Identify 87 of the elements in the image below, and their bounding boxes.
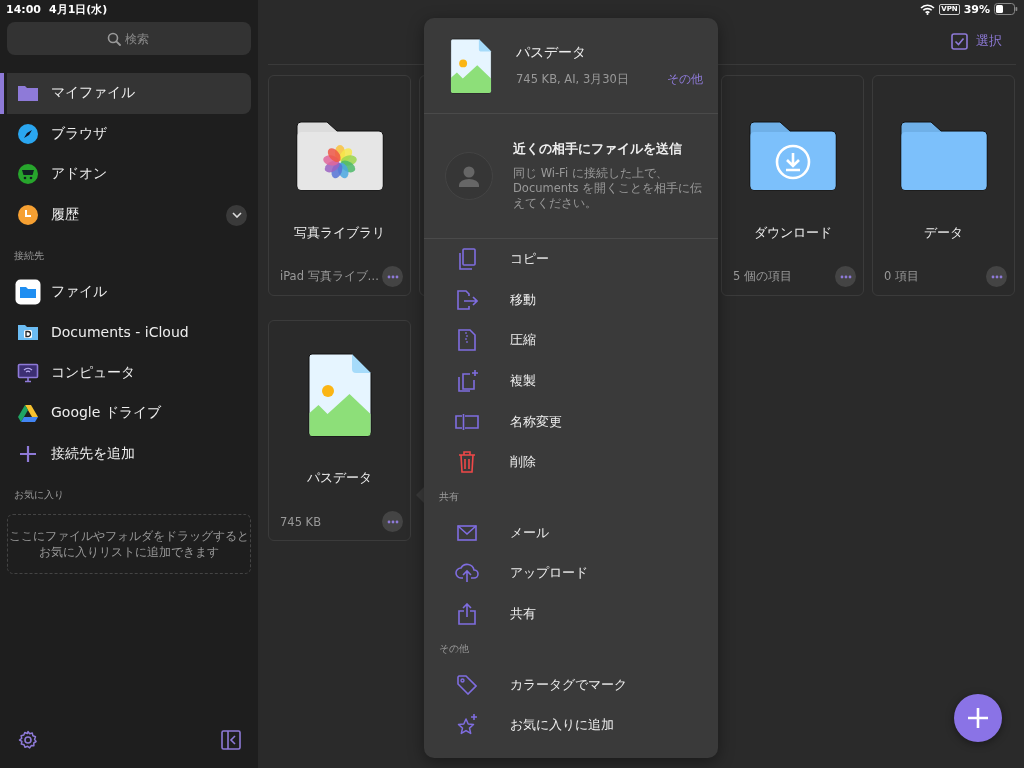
sidebar-item[interactable]: アドオン	[0, 154, 251, 195]
monitor-icon	[17, 361, 39, 384]
sidebar-item[interactable]: 接続先を追加	[0, 433, 251, 475]
clock-icon	[17, 204, 39, 227]
more-button[interactable]	[382, 266, 403, 287]
folder-app-icon	[15, 278, 41, 305]
cart-icon	[17, 163, 39, 186]
battery-percent: 39%	[963, 2, 990, 16]
card-subtitle: 5 個の項目	[733, 269, 792, 284]
photos-folder-icon	[295, 120, 384, 192]
file-meta: 745 KB, AI, 3月30日	[516, 72, 629, 87]
settings-icon[interactable]	[18, 730, 38, 750]
card-subtitle: iPad 写真ライブ…	[280, 269, 380, 284]
ellipsis-icon	[386, 274, 399, 279]
more-button[interactable]	[382, 511, 403, 532]
file-name: パスデータ	[516, 44, 587, 62]
expand-button[interactable]	[226, 204, 247, 226]
nearby-title: 近くの相手にファイルを送信	[513, 141, 683, 158]
more-button[interactable]	[835, 266, 856, 287]
file-card[interactable]: ダウンロード 5 個の項目	[721, 75, 864, 296]
status-date: 4月1日(水)	[49, 1, 108, 17]
menu-item[interactable]: 名称変更	[424, 401, 718, 442]
sidebar-item[interactable]: 履歴	[0, 194, 251, 236]
select-button[interactable]: 選択	[951, 32, 1016, 50]
card-title: 写真ライブラリ	[294, 224, 385, 242]
compass-icon	[17, 122, 39, 145]
share-icon	[458, 603, 476, 626]
trash-icon	[458, 451, 476, 474]
group-title: その他	[438, 641, 470, 656]
ellipsis-icon	[839, 274, 852, 279]
chevron-down-icon	[231, 212, 242, 219]
duplicate-icon	[456, 370, 478, 393]
ellipsis-icon	[386, 519, 399, 524]
drive-icon	[17, 402, 39, 425]
menu-item[interactable]: メール	[424, 512, 718, 554]
card-subtitle: 745 KB	[280, 514, 322, 529]
card-subtitle: 0 項目	[884, 269, 919, 284]
sidebar-item[interactable]: ファイル	[0, 271, 251, 312]
image-file-icon	[307, 353, 372, 437]
menu-item[interactable]: カラータグでマーク	[424, 664, 718, 705]
sidebar-item[interactable]: Google ドライブ	[0, 393, 251, 434]
rename-icon	[455, 413, 479, 430]
nearby-description: 同じ Wi-Fi に接続した上で、Documents を開くことを相手に伝えてください。	[513, 166, 704, 211]
menu-item[interactable]: 圧縮	[424, 320, 718, 361]
more-button[interactable]	[986, 266, 1007, 287]
file-card[interactable]: パスデータ 745 KB	[268, 320, 411, 541]
avatar-icon	[445, 152, 493, 200]
checkbox-icon	[951, 32, 968, 50]
tag-icon	[457, 674, 477, 695]
star-plus-icon	[456, 714, 478, 737]
cloud-upload-icon	[455, 563, 479, 584]
sidebar-item[interactable]: マイファイル	[0, 73, 251, 114]
file-card[interactable]: データ 0 項目	[872, 75, 1015, 296]
copy-icon	[457, 248, 477, 271]
group-title: 共有	[438, 490, 460, 505]
menu-item[interactable]: コピー	[424, 239, 718, 280]
menu-item[interactable]: お気に入りに追加	[424, 704, 718, 746]
menu-item[interactable]: 複製	[424, 360, 718, 402]
sidebar-item[interactable]: Documents - iCloud	[0, 311, 251, 353]
download-folder-icon	[748, 120, 837, 192]
section-title: お気に入り	[13, 488, 65, 503]
folder-icon	[899, 120, 988, 192]
image-file-icon	[450, 37, 492, 94]
section-title: 接続先	[13, 249, 45, 264]
mail-icon	[457, 524, 477, 541]
drop-hint: ここにファイルやフォルダをドラッグすると	[9, 528, 249, 545]
search-field[interactable]: 検索	[7, 22, 251, 55]
wifi-icon	[920, 3, 936, 15]
menu-item[interactable]: 移動	[424, 279, 718, 321]
menu-item[interactable]: アップロード	[424, 553, 718, 594]
card-title: データ	[924, 224, 963, 242]
file-card[interactable]: 写真ライブラリ iPad 写真ライブ…	[268, 75, 411, 296]
plus-icon	[966, 706, 990, 730]
sidebar-item[interactable]: ブラウザ	[0, 113, 251, 155]
menu-item[interactable]: 削除	[424, 441, 718, 483]
battery-icon	[994, 3, 1018, 15]
menu-item[interactable]: 共有	[424, 593, 718, 635]
sidebar-item[interactable]: コンピュータ	[0, 352, 251, 394]
ellipsis-icon	[990, 274, 1003, 279]
card-title: パスデータ	[307, 469, 372, 487]
zip-file-icon	[458, 329, 476, 352]
move-icon	[456, 289, 478, 310]
add-button[interactable]	[954, 694, 1002, 742]
sidebar-toggle-icon[interactable]	[221, 730, 241, 750]
status-time: 14:00	[6, 2, 41, 16]
drop-hint: お気に入りリストに追加できます	[39, 544, 219, 561]
card-title: ダウンロード	[753, 224, 832, 242]
